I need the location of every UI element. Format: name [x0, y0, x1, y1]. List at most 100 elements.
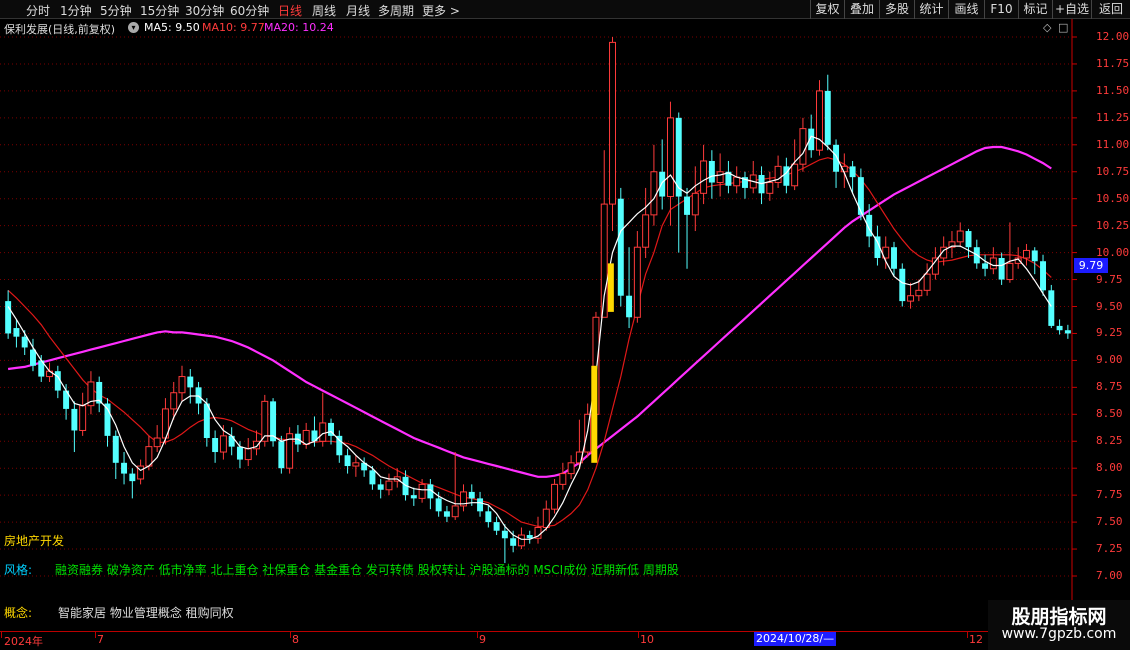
candle-down — [71, 408, 78, 431]
back-button[interactable]: 返回 — [1091, 0, 1130, 19]
candle-up — [559, 473, 567, 485]
overlay-button[interactable]: 叠加 — [844, 0, 879, 19]
candle-down — [626, 295, 633, 318]
candle-down — [833, 144, 840, 172]
candle-down — [982, 263, 989, 269]
y-tick-label: 7.75 — [1096, 488, 1123, 502]
date-tick — [967, 632, 968, 638]
date-tick — [1, 632, 2, 638]
y-tick-label: 9.50 — [1096, 299, 1123, 313]
candle-down — [684, 196, 691, 215]
date-label-year: 2024年 — [4, 635, 43, 648]
candle-up — [907, 295, 915, 302]
tab-intraday[interactable]: 分时 — [26, 2, 50, 19]
y-tick-label: 7.50 — [1096, 515, 1123, 529]
adjust-button[interactable]: 复权 — [810, 0, 844, 19]
candle-down — [1031, 250, 1038, 262]
tab-60min[interactable]: 60分钟 — [230, 2, 269, 19]
y-tick-label: 9.75 — [1096, 272, 1123, 286]
candle-down — [29, 349, 36, 366]
y-tick-label: 7.25 — [1096, 542, 1123, 556]
candle-up — [178, 376, 186, 394]
candle-up — [517, 534, 525, 547]
date-label-oct: 10 — [640, 633, 654, 646]
watermark: 股朋指标网 www.7gpzb.com — [988, 600, 1130, 650]
candle-down — [435, 498, 442, 512]
candle-down — [477, 498, 484, 512]
multi-stock-button[interactable]: 多股 — [879, 0, 914, 19]
tab-15min[interactable]: 15分钟 — [140, 2, 179, 19]
more-label: 更多 — [422, 4, 447, 18]
f10-button[interactable]: F10 — [984, 0, 1018, 19]
candle-down — [998, 257, 1005, 280]
candle-up — [956, 230, 964, 243]
candle-up — [733, 176, 741, 187]
stock-chart-app: 分时 1分钟 5分钟 15分钟 30分钟 60分钟 日线 周线 月线 多周期 更… — [0, 0, 1130, 650]
candle-down — [5, 301, 12, 334]
candle-down — [121, 462, 128, 474]
y-tick-label: 8.25 — [1096, 434, 1123, 448]
mark-button[interactable]: 标记 — [1018, 0, 1052, 19]
candle-up — [633, 246, 641, 318]
style-label: 风格: — [4, 563, 33, 577]
y-tick-label: 12.00 — [1096, 30, 1130, 43]
candle-down — [501, 530, 508, 539]
candle-up — [716, 171, 724, 184]
candle-up — [799, 128, 807, 165]
candle-up — [923, 273, 931, 291]
add-watchlist-button[interactable]: +自选 — [1052, 0, 1091, 19]
candle-down — [857, 177, 864, 215]
candle-down — [187, 376, 194, 388]
date-tick — [477, 632, 478, 638]
ma5-layer — [7, 135, 1052, 540]
date-axis: 2024年 7 8 9 10 2024/10/28/— 12 — [0, 631, 1130, 650]
y-tick-label: 8.00 — [1096, 461, 1123, 475]
candle-down — [617, 198, 624, 296]
candle-up — [302, 429, 310, 445]
tab-multi-period[interactable]: 多周期 — [378, 2, 414, 19]
ma10-layer — [7, 157, 1052, 527]
candle-up — [261, 400, 269, 442]
statistics-button[interactable]: 统计 — [914, 0, 948, 19]
candle-down — [849, 166, 856, 178]
candle-up — [451, 505, 459, 518]
y-tick-label: 10.75 — [1096, 164, 1130, 178]
y-tick-label: 10.00 — [1096, 245, 1130, 259]
period-toolbar: 分时 1分钟 5分钟 15分钟 30分钟 60分钟 日线 周线 月线 多周期 更… — [0, 0, 1130, 19]
tab-weekly[interactable]: 周线 — [312, 2, 336, 19]
candle-up — [700, 160, 708, 194]
candle-up — [915, 289, 923, 297]
y-tick-label: 11.75 — [1096, 56, 1130, 70]
candle-down — [410, 495, 417, 499]
y-tick-label: 8.75 — [1096, 380, 1123, 394]
tab-more[interactable]: 更多 > — [422, 2, 460, 19]
candle-down — [659, 171, 666, 197]
y-tick-label: 11.00 — [1096, 137, 1130, 151]
y-tick-label: 10.25 — [1096, 218, 1130, 232]
concept-tags: 智能家居 物业管理概念 租购同权 — [58, 606, 234, 620]
candles-layer — [5, 37, 1071, 564]
candle-up — [385, 480, 393, 491]
candle-up — [791, 163, 799, 187]
tab-daily[interactable]: 日线 — [278, 2, 302, 19]
y-tick-label: 9.00 — [1096, 353, 1123, 367]
candlestick-chart[interactable] — [0, 19, 1130, 631]
current-price-tag: 9.79 — [1074, 258, 1108, 273]
draw-line-button[interactable]: 画线 — [948, 0, 984, 19]
tab-1min[interactable]: 1分钟 — [60, 2, 92, 19]
candle-down — [270, 401, 277, 442]
candle-down — [899, 268, 906, 302]
candle-down — [377, 484, 384, 490]
tab-30min[interactable]: 30分钟 — [185, 2, 224, 19]
signal-bar — [607, 263, 614, 312]
y-tick-label: 10.50 — [1096, 191, 1130, 205]
tab-5min[interactable]: 5分钟 — [100, 2, 132, 19]
date-label-aug: 8 — [292, 633, 299, 646]
candle-down — [228, 435, 235, 447]
candle-up — [766, 182, 774, 194]
signal-bar — [591, 365, 598, 463]
y-tick-label: 9.25 — [1096, 326, 1123, 340]
candle-down — [344, 455, 351, 467]
candle-up — [666, 117, 674, 198]
tab-monthly[interactable]: 月线 — [346, 2, 370, 19]
